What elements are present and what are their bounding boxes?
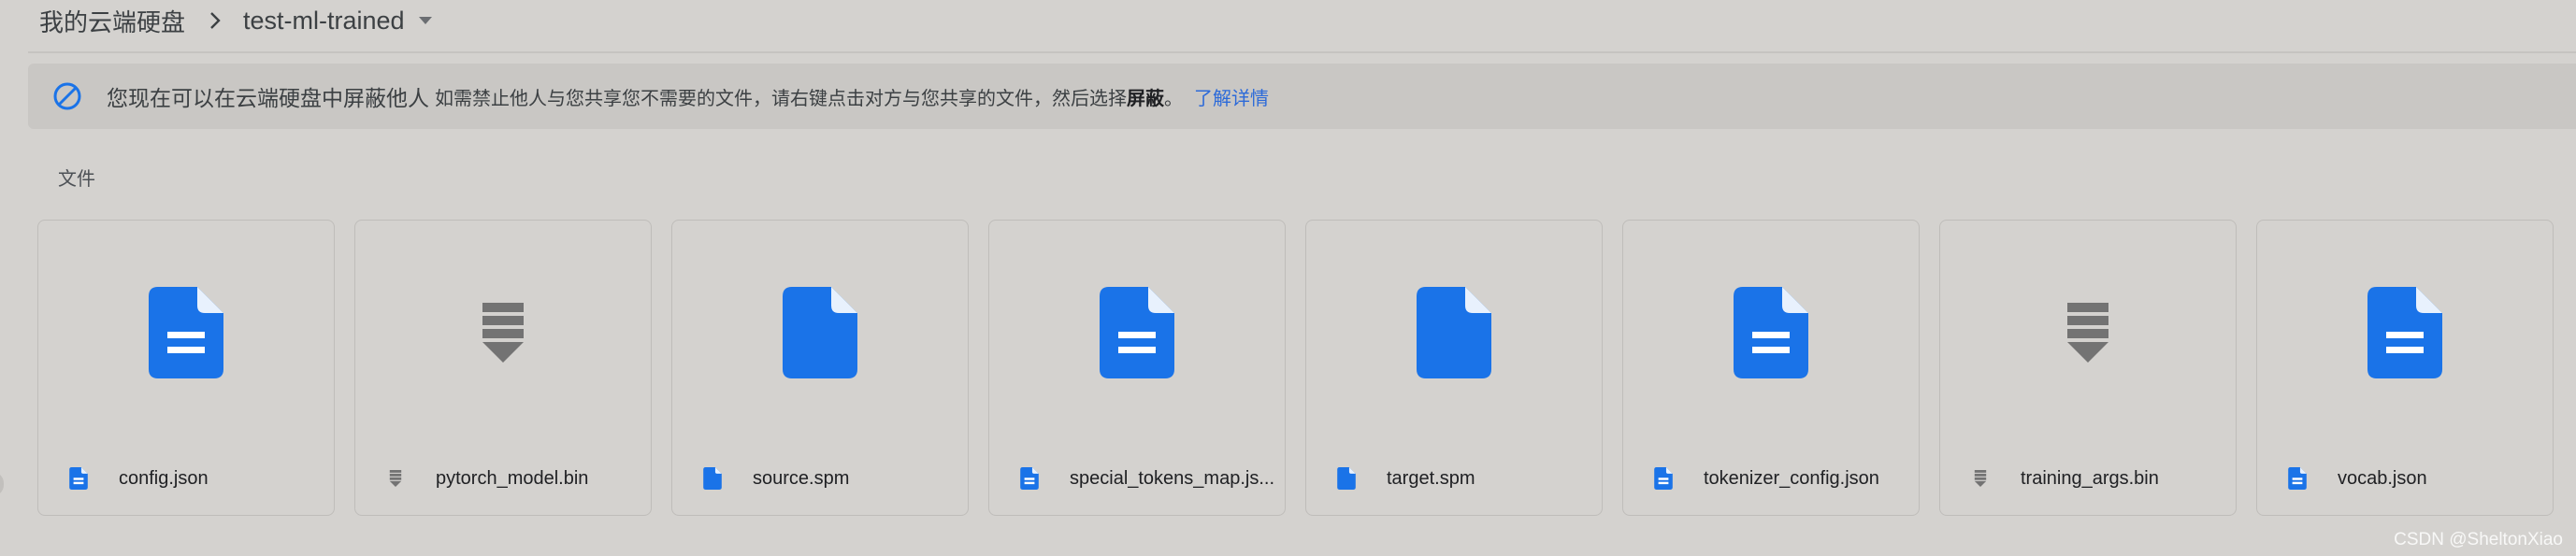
learn-more-link[interactable]: 了解详情 <box>1194 83 1269 110</box>
file-thumbnail-document-icon <box>1623 221 1919 445</box>
file-thumbnail-document-icon <box>2257 221 2553 445</box>
file-thumbnail-document-icon <box>989 221 1285 445</box>
blank-file-icon <box>700 466 725 491</box>
file-thumbnail-document-icon <box>38 221 334 445</box>
breadcrumb-my-drive[interactable]: 我的云端硬盘 <box>39 4 185 38</box>
file-card-footer: vocab.json <box>2257 442 2553 515</box>
file-grid: config.json pytorch_model.bin source.spm sp… <box>37 220 2554 516</box>
file-name: config.json <box>119 467 209 489</box>
chevron-right-icon <box>208 10 223 31</box>
binary-file-icon <box>383 466 408 491</box>
document-icon <box>1017 466 1042 491</box>
file-card-footer: config.json <box>38 442 334 515</box>
file-name: target.spm <box>1387 467 1475 489</box>
file-card[interactable]: config.json <box>37 220 335 516</box>
file-card[interactable]: training_args.bin <box>1939 220 2237 516</box>
binary-file-icon <box>1968 466 1993 491</box>
block-icon <box>52 81 82 111</box>
watermark: CSDN @SheltonXiao <box>2394 530 2563 549</box>
file-thumbnail-binary-file-icon <box>355 221 651 445</box>
file-card[interactable]: special_tokens_map.js... <box>988 220 1286 516</box>
file-name: special_tokens_map.js... <box>1070 467 1275 489</box>
breadcrumb: 我的云端硬盘 test-ml-trained <box>39 0 433 41</box>
banner-description: 如需禁止他人与您共享您不需要的文件，请右键点击对方与您共享的文件，然后选择 <box>435 86 1127 109</box>
document-icon <box>66 466 91 491</box>
side-panel-handle[interactable] <box>0 472 4 496</box>
file-name: training_args.bin <box>2021 467 2159 489</box>
header-divider <box>28 51 2576 53</box>
drive-page: 我的云端硬盘 test-ml-trained 您现在可以在云端硬盘中屏蔽他人 如… <box>0 0 2576 556</box>
file-name: tokenizer_config.json <box>1704 467 1879 489</box>
files-section-label: 文件 <box>58 167 95 190</box>
file-card[interactable]: target.spm <box>1305 220 1603 516</box>
file-card[interactable]: tokenizer_config.json <box>1622 220 1920 516</box>
file-name: pytorch_model.bin <box>436 467 589 489</box>
breadcrumb-current-folder[interactable]: test-ml-trained <box>243 7 405 36</box>
file-card[interactable]: vocab.json <box>2256 220 2554 516</box>
banner-bold-text: 屏蔽 <box>1127 86 1164 109</box>
file-card[interactable]: source.spm <box>671 220 969 516</box>
block-users-banner: 您现在可以在云端硬盘中屏蔽他人 如需禁止他人与您共享您不需要的文件，请右键点击对… <box>28 64 2576 129</box>
banner-title: 您现在可以在云端硬盘中屏蔽他人 <box>107 87 429 111</box>
file-card-footer: training_args.bin <box>1940 442 2236 515</box>
file-name: vocab.json <box>2338 467 2427 489</box>
file-card[interactable]: pytorch_model.bin <box>354 220 652 516</box>
blank-file-icon <box>1334 466 1359 491</box>
document-icon <box>1651 466 1676 491</box>
file-card-footer: special_tokens_map.js... <box>989 442 1285 515</box>
caret-down-icon[interactable] <box>418 16 433 25</box>
file-card-footer: tokenizer_config.json <box>1623 442 1919 515</box>
file-card-footer: source.spm <box>672 442 968 515</box>
file-thumbnail-binary-file-icon <box>1940 221 2236 445</box>
file-card-footer: pytorch_model.bin <box>355 442 651 515</box>
file-card-footer: target.spm <box>1306 442 1602 515</box>
banner-period: 。 <box>1164 86 1183 109</box>
file-name: source.spm <box>753 467 850 489</box>
file-thumbnail-blank-file-icon <box>1306 221 1602 445</box>
file-thumbnail-blank-file-icon <box>672 221 968 445</box>
document-icon <box>2285 466 2310 491</box>
